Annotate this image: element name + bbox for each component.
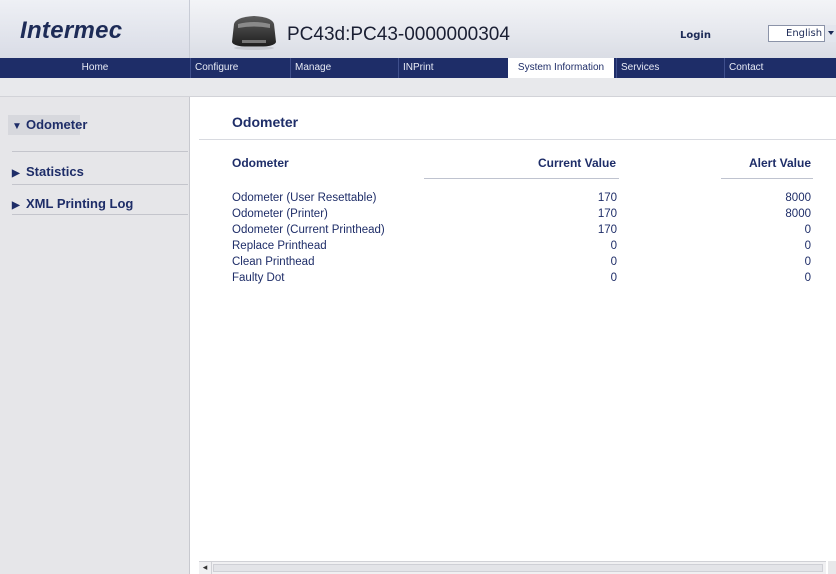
- sub-toolbar: [0, 78, 836, 97]
- column-header-current-value: Current Value: [537, 156, 616, 170]
- nav-services[interactable]: Services: [616, 58, 722, 78]
- printer-icon: [232, 16, 276, 50]
- nav-inprint[interactable]: INPrint: [398, 58, 506, 78]
- page-title: Odometer: [232, 114, 299, 130]
- row-alert-value: 8000: [785, 192, 811, 204]
- sidebar-divider: [12, 184, 188, 185]
- triangle-right-icon: ▶: [12, 200, 20, 211]
- scroll-left-icon[interactable]: ◂: [199, 562, 212, 574]
- triangle-down-icon: ▼: [12, 121, 22, 132]
- sidebar-item-xml-printing-log[interactable]: ▶ XML Printing Log: [12, 196, 133, 211]
- row-alert-value: 8000: [785, 208, 811, 220]
- row-current-value: 0: [610, 240, 617, 252]
- row-alert-value: 0: [804, 224, 811, 236]
- logo-text: Intermec: [20, 17, 123, 44]
- resize-grip: [828, 561, 836, 574]
- row-current-value: 0: [610, 256, 617, 268]
- main-content: Odometer Odometer Current Value Alert Va…: [191, 97, 836, 574]
- row-name: Odometer (Printer): [232, 208, 328, 220]
- nav-contact[interactable]: Contact: [724, 58, 836, 78]
- nav-configure[interactable]: Configure: [190, 58, 288, 78]
- sidebar-item-label: XML Printing Log: [26, 196, 134, 211]
- row-name: Replace Printhead: [232, 240, 327, 252]
- scrollbar-thumb[interactable]: [213, 564, 823, 572]
- row-name: Faulty Dot: [232, 272, 285, 284]
- sidebar-item-statistics[interactable]: ▶ Statistics: [12, 164, 84, 179]
- row-name: Clean Printhead: [232, 256, 315, 268]
- intermec-logo[interactable]: Intermec: [0, 0, 190, 58]
- row-name: Odometer (Current Printhead): [232, 224, 385, 236]
- chevron-down-icon[interactable]: [824, 25, 836, 42]
- sidebar-divider: [12, 214, 188, 215]
- row-current-value: 170: [597, 208, 617, 220]
- sidebar-item-odometer[interactable]: ▼ Odometer: [12, 117, 87, 132]
- header-underline: [721, 178, 813, 179]
- triangle-right-icon: ▶: [12, 168, 20, 179]
- language-select[interactable]: English: [768, 25, 836, 42]
- sidebar-item-label: Odometer: [26, 117, 88, 132]
- main-nav: Home Configure Manage INPrint System Inf…: [0, 58, 836, 78]
- sidebar-item-label: Statistics: [26, 164, 84, 179]
- row-name: Odometer (User Resettable): [232, 192, 377, 204]
- row-current-value: 170: [597, 192, 617, 204]
- nav-manage[interactable]: Manage: [290, 58, 396, 78]
- header-underline: [424, 178, 619, 179]
- device-title: PC43d:PC43-0000000304: [287, 24, 510, 45]
- column-header-alert-value: Alert Value: [748, 156, 811, 170]
- column-header-odometer: Odometer: [232, 156, 289, 170]
- nav-home[interactable]: Home: [0, 58, 190, 78]
- language-value: English: [786, 28, 823, 39]
- title-divider: [199, 139, 836, 140]
- row-alert-value: 0: [804, 272, 811, 284]
- row-current-value: 0: [610, 272, 617, 284]
- row-alert-value: 0: [804, 240, 811, 252]
- nav-system-information[interactable]: System Information: [508, 58, 614, 78]
- row-alert-value: 0: [804, 256, 811, 268]
- horizontal-scrollbar[interactable]: ◂: [199, 561, 826, 574]
- header-bar: Intermec PC43d:PC43-0000000304 Login Eng…: [0, 0, 836, 58]
- row-current-value: 170: [597, 224, 617, 236]
- sidebar-divider: [12, 151, 188, 152]
- login-link[interactable]: Login: [680, 30, 711, 41]
